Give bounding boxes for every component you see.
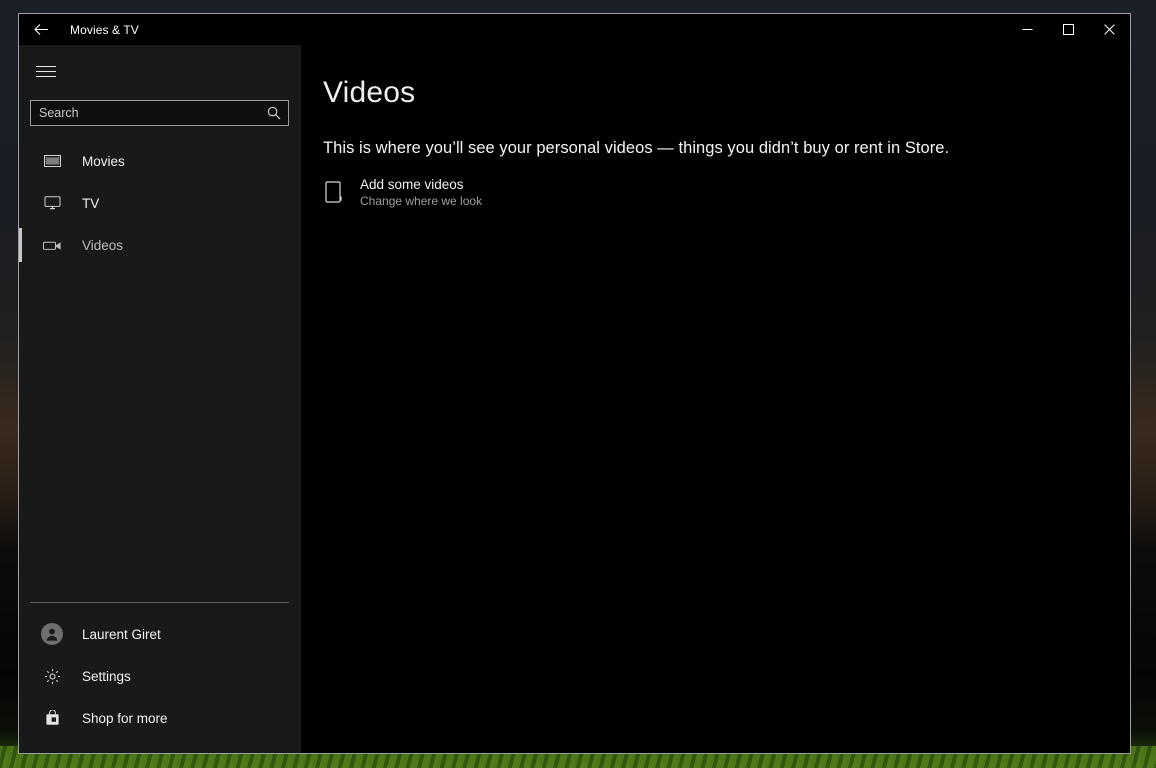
selection-indicator <box>19 186 22 220</box>
add-videos-title: Add some videos <box>360 177 464 192</box>
close-icon <box>1104 24 1115 35</box>
monitor-icon <box>41 196 63 210</box>
sidebar-item-account[interactable]: Laurent Giret <box>19 613 301 655</box>
hamburger-menu-button[interactable] <box>22 49 70 93</box>
search-icon[interactable] <box>264 103 284 123</box>
minimize-button[interactable] <box>1007 14 1048 45</box>
gear-icon <box>41 668 63 685</box>
sidebar-item-tv[interactable]: TV <box>19 182 301 224</box>
settings-label: Settings <box>82 668 131 684</box>
hamburger-menu-icon-line <box>36 70 56 72</box>
title-bar: Movies & TV <box>19 14 1130 45</box>
secondary-nav-list: Laurent Giret Settings Shop for more <box>19 603 301 753</box>
window-controls <box>1007 14 1130 45</box>
main-content: Videos This is where you’ll see your per… <box>301 45 1130 753</box>
navigation-sidebar: Movies TV <box>19 45 301 753</box>
sidebar-item-movies[interactable]: Movies <box>19 140 301 182</box>
page-title: Videos <box>323 76 416 109</box>
minimize-icon <box>1022 24 1033 35</box>
hamburger-menu-icon-line <box>36 75 56 77</box>
account-name-label: Laurent Giret <box>82 626 161 642</box>
shop-label: Shop for more <box>82 710 168 726</box>
empty-state-message: This is where you’ll see your personal v… <box>323 139 950 157</box>
app-body: Movies TV <box>19 45 1130 753</box>
close-button[interactable] <box>1089 14 1130 45</box>
selection-indicator <box>19 144 22 178</box>
desktop-wallpaper: Movies & TV Search Movies TV Videos Laur… <box>0 0 1156 768</box>
add-videos-texts: Add some videos Change where we look <box>360 177 482 208</box>
sidebar-item-label: Movies <box>82 153 125 169</box>
store-bag-icon <box>41 710 63 726</box>
search-input[interactable] <box>39 101 264 125</box>
maximize-button[interactable] <box>1048 14 1089 45</box>
primary-nav-list: Movies TV Videos <box>19 140 301 266</box>
movies-and-tv-window: Movies & TV Search Movies TV Videos Laur… <box>18 13 1131 754</box>
add-folder-icon <box>323 178 345 208</box>
video-camera-icon <box>41 240 63 251</box>
back-arrow-icon <box>33 23 49 36</box>
sidebar-item-shop[interactable]: Shop for more <box>19 697 301 739</box>
hamburger-menu-icon-line <box>36 65 56 67</box>
add-videos-action[interactable]: Add some videos Change where we look <box>323 177 1130 208</box>
sidebar-item-label: TV <box>82 195 100 211</box>
selection-indicator <box>19 228 22 262</box>
account-avatar-icon <box>41 623 63 645</box>
window-title: Movies & TV <box>70 22 139 37</box>
film-strip-icon <box>41 155 63 167</box>
sidebar-item-settings[interactable]: Settings <box>19 655 301 697</box>
search-box[interactable] <box>30 100 289 126</box>
back-button[interactable] <box>19 14 63 45</box>
sidebar-item-label: Videos <box>82 237 124 253</box>
add-videos-subtitle[interactable]: Change where we look <box>360 194 482 208</box>
sidebar-item-videos[interactable]: Videos <box>19 224 301 266</box>
maximize-icon <box>1063 24 1074 35</box>
